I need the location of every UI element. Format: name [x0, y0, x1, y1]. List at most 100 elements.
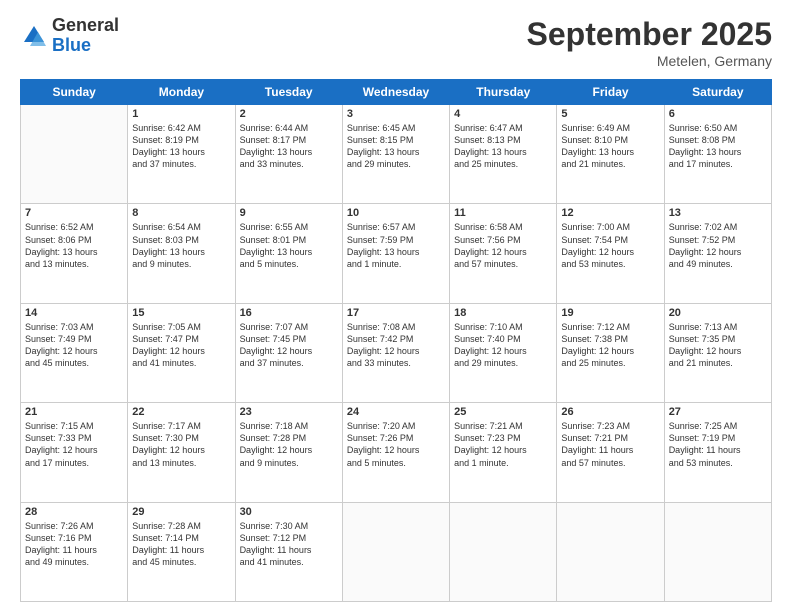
day-header-wednesday: Wednesday — [342, 80, 449, 105]
page: General Blue September 2025 Metelen, Ger… — [0, 0, 792, 612]
day-info: Sunrise: 7:08 AM Sunset: 7:42 PM Dayligh… — [347, 321, 445, 370]
day-header-tuesday: Tuesday — [235, 80, 342, 105]
day-number: 27 — [669, 406, 767, 418]
day-info: Sunrise: 7:18 AM Sunset: 7:28 PM Dayligh… — [240, 420, 338, 469]
calendar-cell: 28 Sunrise: 7:26 AM Sunset: 7:16 PM Dayli… — [21, 502, 128, 601]
day-info: Sunrise: 6:44 AM Sunset: 8:17 PM Dayligh… — [240, 122, 338, 171]
day-info: Sunrise: 7:07 AM Sunset: 7:45 PM Dayligh… — [240, 321, 338, 370]
day-number: 18 — [454, 307, 552, 319]
day-number: 10 — [347, 207, 445, 219]
day-number: 26 — [561, 406, 659, 418]
title-area: September 2025 Metelen, Germany — [527, 16, 772, 69]
calendar-cell — [21, 105, 128, 204]
calendar-cell — [664, 502, 771, 601]
day-number: 23 — [240, 406, 338, 418]
day-number: 11 — [454, 207, 552, 219]
week-row-3: 21 Sunrise: 7:15 AM Sunset: 7:33 PM Dayli… — [21, 403, 772, 502]
calendar: SundayMondayTuesdayWednesdayThursdayFrid… — [20, 79, 772, 602]
month-title: September 2025 — [527, 16, 772, 53]
calendar-cell: 15 Sunrise: 7:05 AM Sunset: 7:47 PM Dayli… — [128, 303, 235, 402]
header: General Blue September 2025 Metelen, Ger… — [20, 16, 772, 69]
calendar-cell: 25 Sunrise: 7:21 AM Sunset: 7:23 PM Dayli… — [450, 403, 557, 502]
day-info: Sunrise: 6:47 AM Sunset: 8:13 PM Dayligh… — [454, 122, 552, 171]
day-header-saturday: Saturday — [664, 80, 771, 105]
day-number: 4 — [454, 108, 552, 120]
calendar-cell: 5Sunrise: 6:49 AM Sunset: 8:10 PM Daylig… — [557, 105, 664, 204]
day-number: 19 — [561, 307, 659, 319]
calendar-cell: 10Sunrise: 6:57 AM Sunset: 7:59 PM Dayli… — [342, 204, 449, 303]
week-row-1: 7 Sunrise: 6:52 AM Sunset: 8:06 PM Daylig… — [21, 204, 772, 303]
day-info: Sunrise: 7:20 AM Sunset: 7:26 PM Dayligh… — [347, 420, 445, 469]
calendar-cell: 17 Sunrise: 7:08 AM Sunset: 7:42 PM Dayli… — [342, 303, 449, 402]
logo-blue: Blue — [52, 36, 119, 56]
calendar-cell: 1Sunrise: 6:42 AM Sunset: 8:19 PM Daylig… — [128, 105, 235, 204]
day-number: 15 — [132, 307, 230, 319]
calendar-cell — [450, 502, 557, 601]
day-number: 2 — [240, 108, 338, 120]
location: Metelen, Germany — [527, 53, 772, 69]
day-info: Sunrise: 7:25 AM Sunset: 7:19 PM Dayligh… — [669, 420, 767, 469]
day-number: 14 — [25, 307, 123, 319]
day-number: 17 — [347, 307, 445, 319]
day-info: Sunrise: 7:21 AM Sunset: 7:23 PM Dayligh… — [454, 420, 552, 469]
day-number: 28 — [25, 506, 123, 518]
calendar-cell: 6 Sunrise: 6:50 AM Sunset: 8:08 PM Daylig… — [664, 105, 771, 204]
calendar-cell: 18 Sunrise: 7:10 AM Sunset: 7:40 PM Dayli… — [450, 303, 557, 402]
calendar-cell: 29 Sunrise: 7:28 AM Sunset: 7:14 PM Dayli… — [128, 502, 235, 601]
day-number: 1 — [132, 108, 230, 120]
calendar-cell — [342, 502, 449, 601]
day-info: Sunrise: 7:03 AM Sunset: 7:49 PM Dayligh… — [25, 321, 123, 370]
calendar-cell: 9 Sunrise: 6:55 AM Sunset: 8:01 PM Daylig… — [235, 204, 342, 303]
day-info: Sunrise: 6:55 AM Sunset: 8:01 PM Dayligh… — [240, 221, 338, 270]
calendar-cell: 30Sunrise: 7:30 AM Sunset: 7:12 PM Dayli… — [235, 502, 342, 601]
day-info: Sunrise: 7:30 AM Sunset: 7:12 PM Dayligh… — [240, 520, 338, 569]
day-number: 24 — [347, 406, 445, 418]
calendar-cell: 4 Sunrise: 6:47 AM Sunset: 8:13 PM Daylig… — [450, 105, 557, 204]
logo: General Blue — [20, 16, 119, 56]
day-number: 3 — [347, 108, 445, 120]
header-row: SundayMondayTuesdayWednesdayThursdayFrid… — [21, 80, 772, 105]
day-info: Sunrise: 6:49 AM Sunset: 8:10 PM Dayligh… — [561, 122, 659, 171]
logo-general: General — [52, 16, 119, 36]
day-info: Sunrise: 7:26 AM Sunset: 7:16 PM Dayligh… — [25, 520, 123, 569]
day-number: 6 — [669, 108, 767, 120]
day-info: Sunrise: 6:52 AM Sunset: 8:06 PM Dayligh… — [25, 221, 123, 270]
day-info: Sunrise: 7:28 AM Sunset: 7:14 PM Dayligh… — [132, 520, 230, 569]
calendar-cell: 8Sunrise: 6:54 AM Sunset: 8:03 PM Daylig… — [128, 204, 235, 303]
calendar-cell: 24 Sunrise: 7:20 AM Sunset: 7:26 PM Dayli… — [342, 403, 449, 502]
day-number: 29 — [132, 506, 230, 518]
day-info: Sunrise: 7:23 AM Sunset: 7:21 PM Dayligh… — [561, 420, 659, 469]
calendar-cell: 7 Sunrise: 6:52 AM Sunset: 8:06 PM Daylig… — [21, 204, 128, 303]
day-number: 21 — [25, 406, 123, 418]
day-info: Sunrise: 7:10 AM Sunset: 7:40 PM Dayligh… — [454, 321, 552, 370]
day-info: Sunrise: 7:05 AM Sunset: 7:47 PM Dayligh… — [132, 321, 230, 370]
week-row-0: 1Sunrise: 6:42 AM Sunset: 8:19 PM Daylig… — [21, 105, 772, 204]
day-info: Sunrise: 6:45 AM Sunset: 8:15 PM Dayligh… — [347, 122, 445, 171]
day-info: Sunrise: 7:12 AM Sunset: 7:38 PM Dayligh… — [561, 321, 659, 370]
day-header-monday: Monday — [128, 80, 235, 105]
day-info: Sunrise: 7:15 AM Sunset: 7:33 PM Dayligh… — [25, 420, 123, 469]
calendar-cell: 20Sunrise: 7:13 AM Sunset: 7:35 PM Dayli… — [664, 303, 771, 402]
calendar-body: 1Sunrise: 6:42 AM Sunset: 8:19 PM Daylig… — [21, 105, 772, 602]
calendar-cell: 3 Sunrise: 6:45 AM Sunset: 8:15 PM Daylig… — [342, 105, 449, 204]
calendar-cell: 11 Sunrise: 6:58 AM Sunset: 7:56 PM Dayli… — [450, 204, 557, 303]
week-row-2: 14 Sunrise: 7:03 AM Sunset: 7:49 PM Dayli… — [21, 303, 772, 402]
day-header-friday: Friday — [557, 80, 664, 105]
day-info: Sunrise: 7:02 AM Sunset: 7:52 PM Dayligh… — [669, 221, 767, 270]
day-number: 16 — [240, 307, 338, 319]
day-number: 20 — [669, 307, 767, 319]
calendar-cell: 21 Sunrise: 7:15 AM Sunset: 7:33 PM Dayli… — [21, 403, 128, 502]
calendar-header: SundayMondayTuesdayWednesdayThursdayFrid… — [21, 80, 772, 105]
day-info: Sunrise: 6:58 AM Sunset: 7:56 PM Dayligh… — [454, 221, 552, 270]
day-number: 7 — [25, 207, 123, 219]
calendar-cell: 14 Sunrise: 7:03 AM Sunset: 7:49 PM Dayli… — [21, 303, 128, 402]
calendar-cell: 23 Sunrise: 7:18 AM Sunset: 7:28 PM Dayli… — [235, 403, 342, 502]
logo-icon — [20, 22, 48, 50]
day-info: Sunrise: 6:50 AM Sunset: 8:08 PM Dayligh… — [669, 122, 767, 171]
day-number: 25 — [454, 406, 552, 418]
day-number: 12 — [561, 207, 659, 219]
calendar-cell: 13Sunrise: 7:02 AM Sunset: 7:52 PM Dayli… — [664, 204, 771, 303]
calendar-cell: 19 Sunrise: 7:12 AM Sunset: 7:38 PM Dayli… — [557, 303, 664, 402]
calendar-cell: 22Sunrise: 7:17 AM Sunset: 7:30 PM Dayli… — [128, 403, 235, 502]
day-number: 9 — [240, 207, 338, 219]
